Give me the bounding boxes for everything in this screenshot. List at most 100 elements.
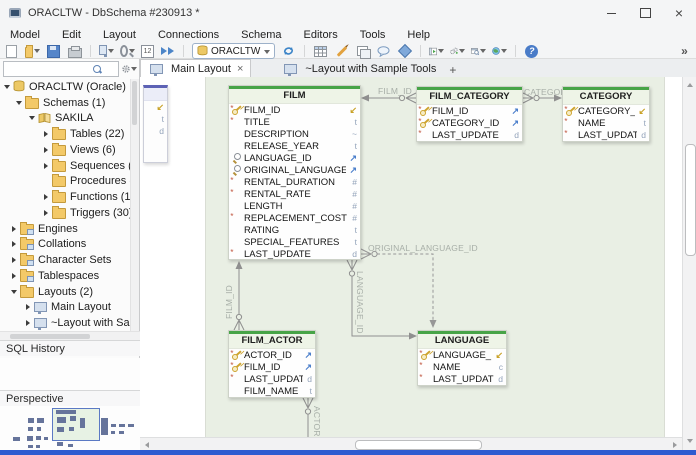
scroll-down-icon[interactable] xyxy=(687,439,693,443)
relation-film-original-language[interactable] xyxy=(361,249,437,328)
tree-item-tables[interactable]: Tables (22) xyxy=(0,126,132,142)
table-language[interactable]: LANGUAGE LANGUAGE_ID NAMEc LAST_UPDATEd xyxy=(417,330,507,386)
column-row[interactable]: FILM_ID xyxy=(229,104,360,116)
expander-icon[interactable] xyxy=(24,320,32,326)
canvas-vertical-scrollbar[interactable] xyxy=(682,77,696,450)
expander-icon[interactable] xyxy=(10,241,18,247)
tree-item-main-layout[interactable]: Main Layout xyxy=(0,300,132,316)
column-row[interactable]: CATEGORY_ID xyxy=(563,105,649,117)
expander-icon[interactable] xyxy=(42,210,50,216)
new-table-button[interactable] xyxy=(313,45,328,58)
diagram-canvas[interactable]: t d xyxy=(140,77,682,437)
table-film-actor[interactable]: FILM_ACTOR ACTOR_ID FILM_ID LAST_UPDATEd… xyxy=(228,330,316,398)
menu-item-schema[interactable]: Schema xyxy=(230,26,292,44)
refresh-button[interactable] xyxy=(281,45,296,58)
table-film[interactable]: FILM FILM_ID TITLEt DESCRIPTION~ RELEASE… xyxy=(228,85,361,260)
expander-icon[interactable] xyxy=(42,131,50,137)
table-category[interactable]: CATEGORY CATEGORY_ID NAMEt LAST_UPDATEd xyxy=(562,86,650,142)
table-header[interactable]: CATEGORY xyxy=(563,87,649,105)
tree-item-triggers[interactable]: Triggers (30) xyxy=(0,205,132,221)
column-row[interactable]: LAST_UPDATEd xyxy=(563,129,649,141)
edit-button[interactable] xyxy=(334,45,349,58)
close-button[interactable] xyxy=(662,0,696,26)
perspective-minimap[interactable] xyxy=(0,406,140,450)
column-row[interactable]: RENTAL_DURATION# xyxy=(229,176,360,188)
column-row[interactable]: ACTOR_ID xyxy=(229,349,315,361)
column-row[interactable]: RATINGt xyxy=(229,224,360,236)
column-row[interactable]: NAMEc xyxy=(418,361,506,373)
open-model-button[interactable] xyxy=(25,45,40,58)
maximize-button[interactable] xyxy=(628,0,662,26)
tree-item-sakila[interactable]: SAKILA xyxy=(0,111,132,127)
perspective-header[interactable]: Perspective xyxy=(0,390,140,406)
table-header[interactable]: FILM_ACTOR xyxy=(229,331,315,349)
expander-icon[interactable] xyxy=(10,290,18,294)
tree-item-functions[interactable]: Functions (11) xyxy=(0,189,132,205)
expander-icon[interactable] xyxy=(10,257,18,263)
tree-item-layouts[interactable]: Layouts (2) xyxy=(0,284,132,300)
tree-item-tablespaces[interactable]: Tablespaces xyxy=(0,268,132,284)
search-input[interactable] xyxy=(3,61,119,77)
column-row[interactable]: DESCRIPTION~ xyxy=(229,128,360,140)
column-row[interactable]: FILM_ID xyxy=(417,105,522,117)
scroll-left-icon[interactable] xyxy=(145,442,149,448)
tree-item-sample-layout[interactable]: ~Layout with Sample xyxy=(0,315,132,331)
save-button[interactable] xyxy=(46,45,61,58)
column-row[interactable]: REPLACEMENT_COST# xyxy=(229,212,360,224)
expander-icon[interactable] xyxy=(10,226,18,232)
web-publish-button[interactable] xyxy=(492,45,507,58)
expander-icon[interactable] xyxy=(24,304,32,310)
column-row[interactable]: FILM_NAMEt xyxy=(229,385,315,397)
tree-item-sequences[interactable]: Sequences (13) xyxy=(0,158,132,174)
tab-sample-layout[interactable]: ~Layout with Sample Tools xyxy=(275,60,443,77)
print-button[interactable] xyxy=(67,45,82,58)
tree-item-views[interactable]: Views (6) xyxy=(0,142,132,158)
duplicate-layout-button[interactable] xyxy=(355,45,370,58)
filter-settings-button[interactable] xyxy=(122,63,137,76)
menu-item-model[interactable]: Model xyxy=(0,26,51,44)
scrollbar-thumb[interactable] xyxy=(10,334,90,339)
relation-label[interactable]: ACTOR xyxy=(312,406,322,436)
toolbar-overflow-button[interactable] xyxy=(677,45,692,58)
column-row[interactable]: LAST_UPDATEd xyxy=(229,373,315,385)
tree-item-collations[interactable]: Collations xyxy=(0,237,132,253)
column-row[interactable]: LAST_UPDATEd xyxy=(418,373,506,385)
menu-item-editors[interactable]: Editors xyxy=(292,26,348,44)
tree-item-character-sets[interactable]: Character Sets xyxy=(0,252,132,268)
expander-icon[interactable] xyxy=(42,194,50,200)
tree-item-procedures[interactable]: Procedures (0) xyxy=(0,174,132,190)
scrollbar-thumb[interactable] xyxy=(685,144,696,256)
scroll-right-icon[interactable] xyxy=(673,442,677,448)
expander-icon[interactable] xyxy=(10,273,18,279)
column-row[interactable]: CATEGORY_ID xyxy=(417,117,522,129)
zoom-button[interactable] xyxy=(120,45,135,58)
menu-item-help[interactable]: Help xyxy=(396,26,441,44)
new-model-button[interactable] xyxy=(4,45,19,58)
column-row[interactable]: LAST_UPDATEd xyxy=(229,248,360,260)
canvas-horizontal-scrollbar[interactable] xyxy=(140,437,682,450)
column-row[interactable]: RENTAL_RATE# xyxy=(229,188,360,200)
fit-page-button[interactable] xyxy=(160,45,175,58)
column-row[interactable]: LENGTH# xyxy=(229,200,360,212)
tab-close-icon[interactable] xyxy=(237,63,243,75)
relation-film-film_actor[interactable] xyxy=(234,261,244,330)
scroll-up-icon[interactable] xyxy=(687,83,693,87)
menu-item-edit[interactable]: Edit xyxy=(51,26,92,44)
connection-selector[interactable]: ORACLTW xyxy=(192,43,275,59)
add-tab-button[interactable]: + xyxy=(443,63,462,77)
column-row[interactable]: SPECIAL_FEATURESt xyxy=(229,236,360,248)
cardinality-badge-button[interactable]: 12 xyxy=(141,45,154,58)
column-row[interactable]: ORIGINAL_LANGUAGE_ID xyxy=(229,164,360,176)
table-header[interactable]: LANGUAGE xyxy=(418,331,506,349)
relation-label[interactable]: LANGUAGE_ID xyxy=(355,271,365,337)
presentation-button[interactable] xyxy=(99,45,114,58)
expander-icon[interactable] xyxy=(28,116,36,120)
expander-icon[interactable] xyxy=(3,85,11,89)
table-film-category[interactable]: FILM_CATEGORY FILM_ID CATEGORY_ID LAST_U… xyxy=(416,86,523,142)
scrollbar-thumb[interactable] xyxy=(132,81,137,125)
table-header[interactable]: FILM_CATEGORY xyxy=(417,87,522,105)
relation-label[interactable]: FILM_ID xyxy=(364,86,412,96)
tree-vertical-scrollbar[interactable] xyxy=(130,79,139,331)
relation-label[interactable]: ORIGINAL_LANGUAGE_ID xyxy=(368,243,478,253)
virtual-fk-button[interactable] xyxy=(397,45,412,58)
